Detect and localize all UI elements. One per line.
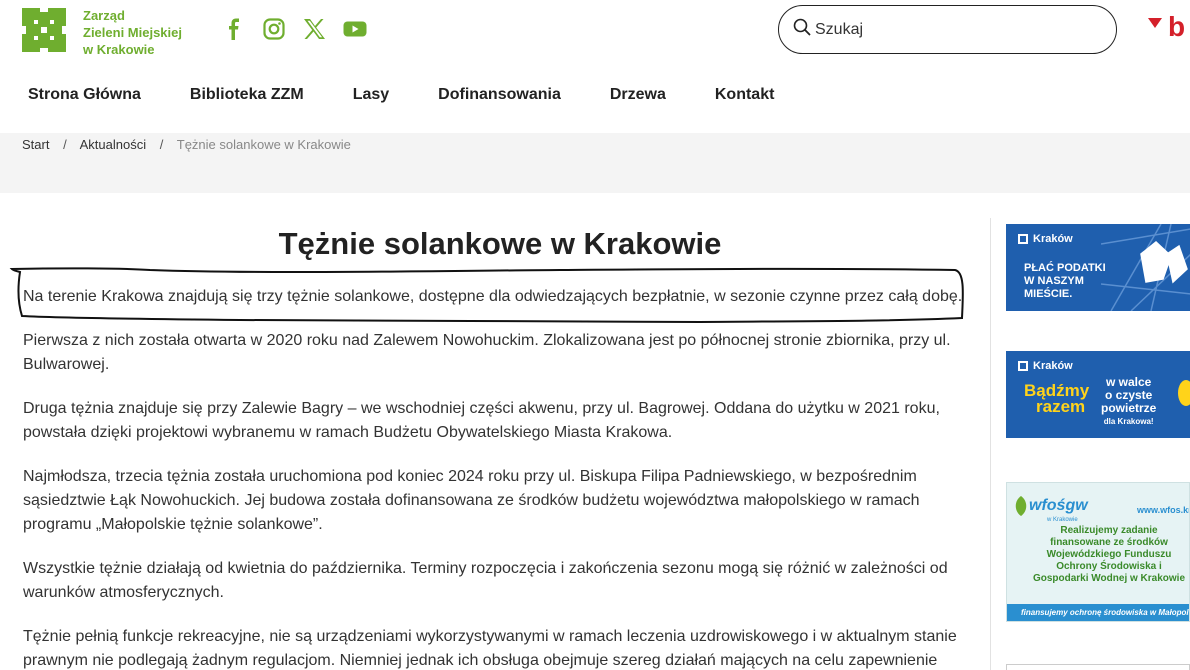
site-header: Zarząd Zieleni Miejskiej w Krakowie b: [0, 0, 1190, 60]
banner-clean-air[interactable]: Kraków Bądźmy razem w walce o czyste pow…: [1006, 351, 1190, 438]
logo-line-3: w Krakowie: [83, 42, 155, 57]
breadcrumb-separator: /: [63, 137, 67, 152]
krakow-logo: Kraków: [1018, 360, 1073, 372]
breadcrumb: Start / Aktualności / Tężnie solankowe w…: [22, 137, 351, 152]
banner-pay-taxes-text: PŁAĆ PODATKI W NASZYM MIEŚCIE.: [1024, 262, 1106, 300]
nav-item-library[interactable]: Biblioteka ZZM: [190, 86, 304, 104]
social-links: [223, 18, 367, 40]
facebook-icon[interactable]: [223, 18, 245, 40]
breadcrumb-item-start[interactable]: Start: [22, 137, 49, 152]
bip-logo[interactable]: b: [1148, 11, 1190, 47]
wfos-text: Realizujemy zadanie finansowane ze środk…: [1032, 525, 1186, 584]
page-title: Tężnie solankowe w Krakowie: [278, 226, 722, 261]
tree-icon: [1178, 380, 1190, 406]
article-paragraph-1: Na terenie Krakowa znajdują się trzy tęż…: [23, 288, 963, 305]
article-paragraph-2: Pierwsza z nich została otwarta w 2020 r…: [23, 332, 951, 373]
sidebar-next-banner: [1006, 664, 1190, 670]
nav-item-contact[interactable]: Kontakt: [715, 86, 775, 104]
sidebar-divider: [990, 218, 991, 670]
banner-clean-air-slogan: Bądźmy razem: [1024, 382, 1089, 416]
article-paragraph-5: Wszystkie tężnie działają od kwietnia do…: [23, 560, 948, 601]
instagram-icon[interactable]: [263, 18, 285, 40]
logo-line-2: Zieleni Miejskiej: [83, 25, 182, 40]
banner-wfos[interactable]: wfośgw w Krakowie www.wfos.krakow.pl Rea…: [1006, 482, 1190, 622]
slogan-line-2: razem: [1036, 397, 1086, 416]
zzm-logo-text: Zarząd Zieleni Miejskiej w Krakowie: [83, 7, 182, 58]
wfos-logo-sub: w Krakowie: [1047, 517, 1078, 523]
breadcrumb-item-news[interactable]: Aktualności: [80, 137, 146, 152]
krakow-brand-text: Kraków: [1033, 360, 1073, 372]
bip-text: b: [1168, 12, 1185, 42]
clean-air-line-3: powietrze: [1101, 401, 1157, 415]
nav-item-home[interactable]: Strona Główna: [28, 86, 141, 104]
krakow-logo: Kraków: [1018, 233, 1073, 245]
youtube-icon[interactable]: [343, 18, 367, 40]
banner-clean-air-text: w walce o czyste powietrze dla Krakowa!: [1101, 376, 1156, 428]
search-box[interactable]: [778, 5, 1117, 54]
krakow-crest-icon: [1018, 361, 1028, 371]
search-icon[interactable]: [793, 18, 811, 41]
breadcrumb-current: Tężnie solankowe w Krakowie: [176, 137, 351, 152]
zzm-logo[interactable]: Zarząd Zieleni Miejskiej w Krakowie: [22, 8, 182, 58]
x-icon[interactable]: [303, 18, 325, 40]
breadcrumb-separator: /: [159, 137, 164, 152]
wfos-url: www.wfos.krakow.pl: [1137, 505, 1189, 515]
banner-pay-taxes[interactable]: Kraków PŁAĆ PODATKI W NASZYM MIEŚCIE.: [1006, 224, 1190, 311]
main-nav: Strona Główna Biblioteka ZZM Lasy Dofina…: [28, 86, 823, 104]
search-input[interactable]: [815, 20, 1095, 39]
article-paragraph-6: Tężnie pełnią funkcje rekreacyjne, nie s…: [23, 628, 957, 669]
krakow-brand-text: Kraków: [1033, 233, 1073, 245]
wfos-footer: finansujemy ochronę środowiska w Małopol…: [1007, 604, 1189, 621]
wfos-logo: wfośgw: [1029, 497, 1088, 514]
zzm-logo-mark-icon: [22, 8, 66, 52]
leaf-icon: [1015, 496, 1027, 516]
clean-air-line-4: dla Krakowa!: [1103, 417, 1154, 426]
article-paragraph-4: Najmłodsza, trzecia tężnia została uruch…: [23, 468, 920, 533]
article-paragraph-3: Druga tężnia znajduje się przy Zalewie B…: [23, 400, 940, 441]
nav-item-funding[interactable]: Dofinansowania: [438, 86, 561, 104]
city-map-graphic-icon: [1101, 224, 1190, 311]
krakow-crest-icon: [1018, 234, 1028, 244]
article-body: Na terenie Krakowa znajdują się trzy tęż…: [23, 285, 963, 670]
nav-item-forests[interactable]: Lasy: [353, 86, 389, 104]
logo-line-1: Zarząd: [83, 8, 125, 23]
nav-item-trees[interactable]: Drzewa: [610, 86, 666, 104]
